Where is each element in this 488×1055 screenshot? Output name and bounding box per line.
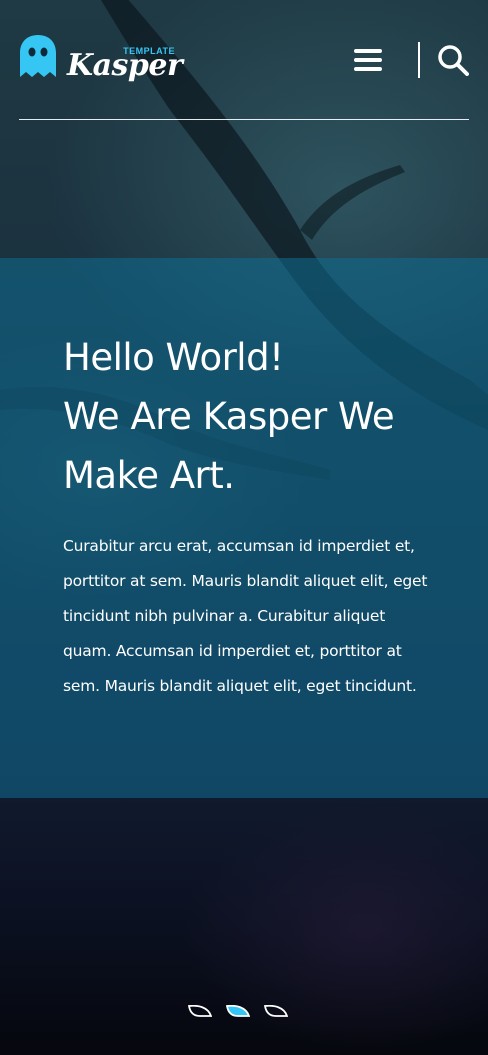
logo[interactable]: TEMPLATE Kasper <box>19 34 183 82</box>
header-divider <box>418 42 420 78</box>
slider-bullet[interactable] <box>264 1005 288 1017</box>
logo-name: Kasper <box>67 48 183 83</box>
hero-text-panel: Hello World! We Are Kasper We Make Art. … <box>0 258 488 798</box>
hero-body-text: Curabitur arcu erat, accumsan id imperdi… <box>63 537 428 695</box>
headline-line: Make Art. <box>63 454 235 497</box>
wordmark: TEMPLATE Kasper <box>67 34 183 82</box>
site-header: TEMPLATE Kasper <box>19 30 469 120</box>
ghost-logo-icon <box>20 35 56 77</box>
slider-bullets <box>188 1005 288 1017</box>
hero-headline: Hello World! We Are Kasper We Make Art. <box>63 328 433 505</box>
hamburger-menu-icon[interactable] <box>354 49 382 73</box>
slider-bullet-active[interactable] <box>226 1005 250 1017</box>
header-underline <box>19 119 469 120</box>
headline-line: Hello World! <box>63 336 284 379</box>
hero-section: TEMPLATE Kasper Hello World! We Are Kasp… <box>0 0 488 1055</box>
slider-bullet[interactable] <box>188 1005 212 1017</box>
search-icon[interactable] <box>437 44 469 76</box>
headline-line: We Are Kasper We <box>63 395 395 438</box>
